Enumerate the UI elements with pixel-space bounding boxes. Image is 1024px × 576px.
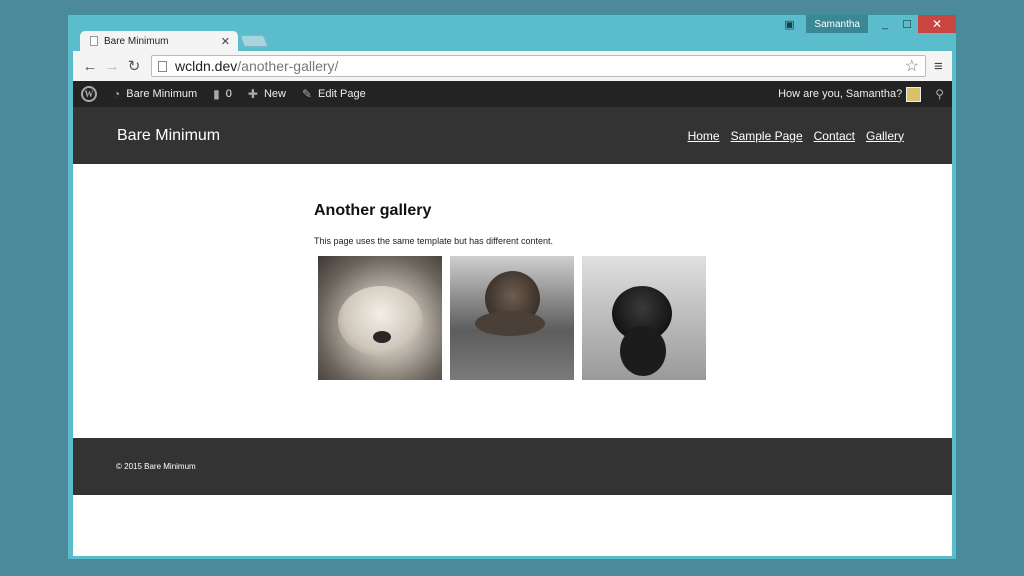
gallery	[318, 256, 952, 380]
edit-page-label: Edit Page	[318, 88, 366, 100]
admin-bar-site[interactable]: ◔ Bare Minimum	[113, 87, 197, 101]
plus-icon: ✚	[247, 87, 258, 101]
extension-icon[interactable]: ▣	[778, 15, 800, 33]
page-viewport: W ◔ Bare Minimum ▮ 0 ✚ New ✎ Edit Page H…	[73, 81, 952, 556]
pencil-icon: ✎	[301, 87, 313, 101]
page-title: Another gallery	[314, 202, 432, 219]
page-icon	[158, 60, 167, 72]
menu-icon[interactable]: ≡	[934, 58, 943, 75]
nav-sample-page[interactable]: Sample Page	[731, 129, 803, 143]
reload-icon[interactable]: ↻	[123, 57, 145, 75]
profile-button[interactable]: Samantha	[806, 15, 868, 33]
url-host: wcldn.dev	[175, 58, 238, 74]
new-label: New	[263, 88, 286, 100]
page-icon	[90, 36, 98, 46]
admin-bar: W ◔ Bare Minimum ▮ 0 ✚ New ✎ Edit Page H…	[73, 81, 952, 107]
gallery-photo-puppy-running[interactable]	[450, 256, 574, 380]
bookmark-star-icon[interactable]: ☆	[905, 56, 919, 76]
admin-bar-edit[interactable]: ✎ Edit Page	[302, 87, 366, 101]
close-window-button[interactable]: ✕	[918, 15, 956, 33]
nav-contact[interactable]: Contact	[814, 129, 855, 143]
new-tab-button[interactable]	[239, 35, 269, 47]
footer-copyright: © 2015 Bare Minimum	[116, 462, 196, 471]
comment-icon: ▮	[213, 87, 220, 101]
admin-bar-site-name: Bare Minimum	[126, 88, 198, 100]
browser-window: ▣ Samantha _ ☐ ✕ Bare Minimum ✕ ← → ↻ wc…	[67, 14, 957, 560]
forward-arrow-icon[interactable]: →	[101, 58, 123, 75]
page-text: This page uses the same template but has…	[314, 236, 553, 246]
avatar	[906, 86, 922, 102]
window-controls: ▣ Samantha _ ☐ ✕	[778, 15, 956, 33]
browser-tab[interactable]: Bare Minimum ✕	[80, 31, 238, 51]
tab-title: Bare Minimum	[104, 35, 169, 47]
admin-bar-comments[interactable]: ▮ 0	[213, 87, 232, 101]
browser-toolbar: ← → ↻ wcldn.dev /another-gallery/ ☆ ≡	[73, 51, 952, 81]
maximize-button[interactable]: ☐	[896, 15, 918, 33]
comments-count: 0	[225, 88, 232, 100]
address-bar[interactable]: wcldn.dev /another-gallery/ ☆	[151, 55, 926, 77]
minimize-button[interactable]: _	[874, 15, 896, 33]
back-arrow-icon[interactable]: ←	[79, 58, 101, 75]
nav-gallery[interactable]: Gallery	[866, 129, 904, 143]
search-icon[interactable]: ⚲	[935, 87, 944, 101]
admin-bar-account[interactable]: How are you, Samantha? ⚲	[778, 86, 944, 102]
admin-bar-new[interactable]: ✚ New	[248, 87, 286, 101]
site-footer: © 2015 Bare Minimum	[73, 438, 952, 495]
gallery-photo-puppy-standing[interactable]	[582, 256, 706, 380]
site-title[interactable]: Bare Minimum	[117, 127, 220, 145]
greeting: How are you, Samantha?	[778, 88, 903, 100]
url-path: /another-gallery/	[237, 58, 339, 74]
site-header: Bare Minimum Home Sample Page Contact Ga…	[73, 107, 952, 164]
dashboard-icon: ◔	[113, 87, 121, 101]
gallery-photo-puppy-lying[interactable]	[318, 256, 442, 380]
nav-home[interactable]: Home	[688, 129, 720, 143]
site-nav: Home Sample Page Contact Gallery	[677, 129, 904, 143]
wordpress-logo-icon[interactable]: W	[81, 86, 97, 102]
tab-close-icon[interactable]: ✕	[221, 35, 230, 48]
page-content: Another gallery This page uses the same …	[73, 164, 952, 380]
